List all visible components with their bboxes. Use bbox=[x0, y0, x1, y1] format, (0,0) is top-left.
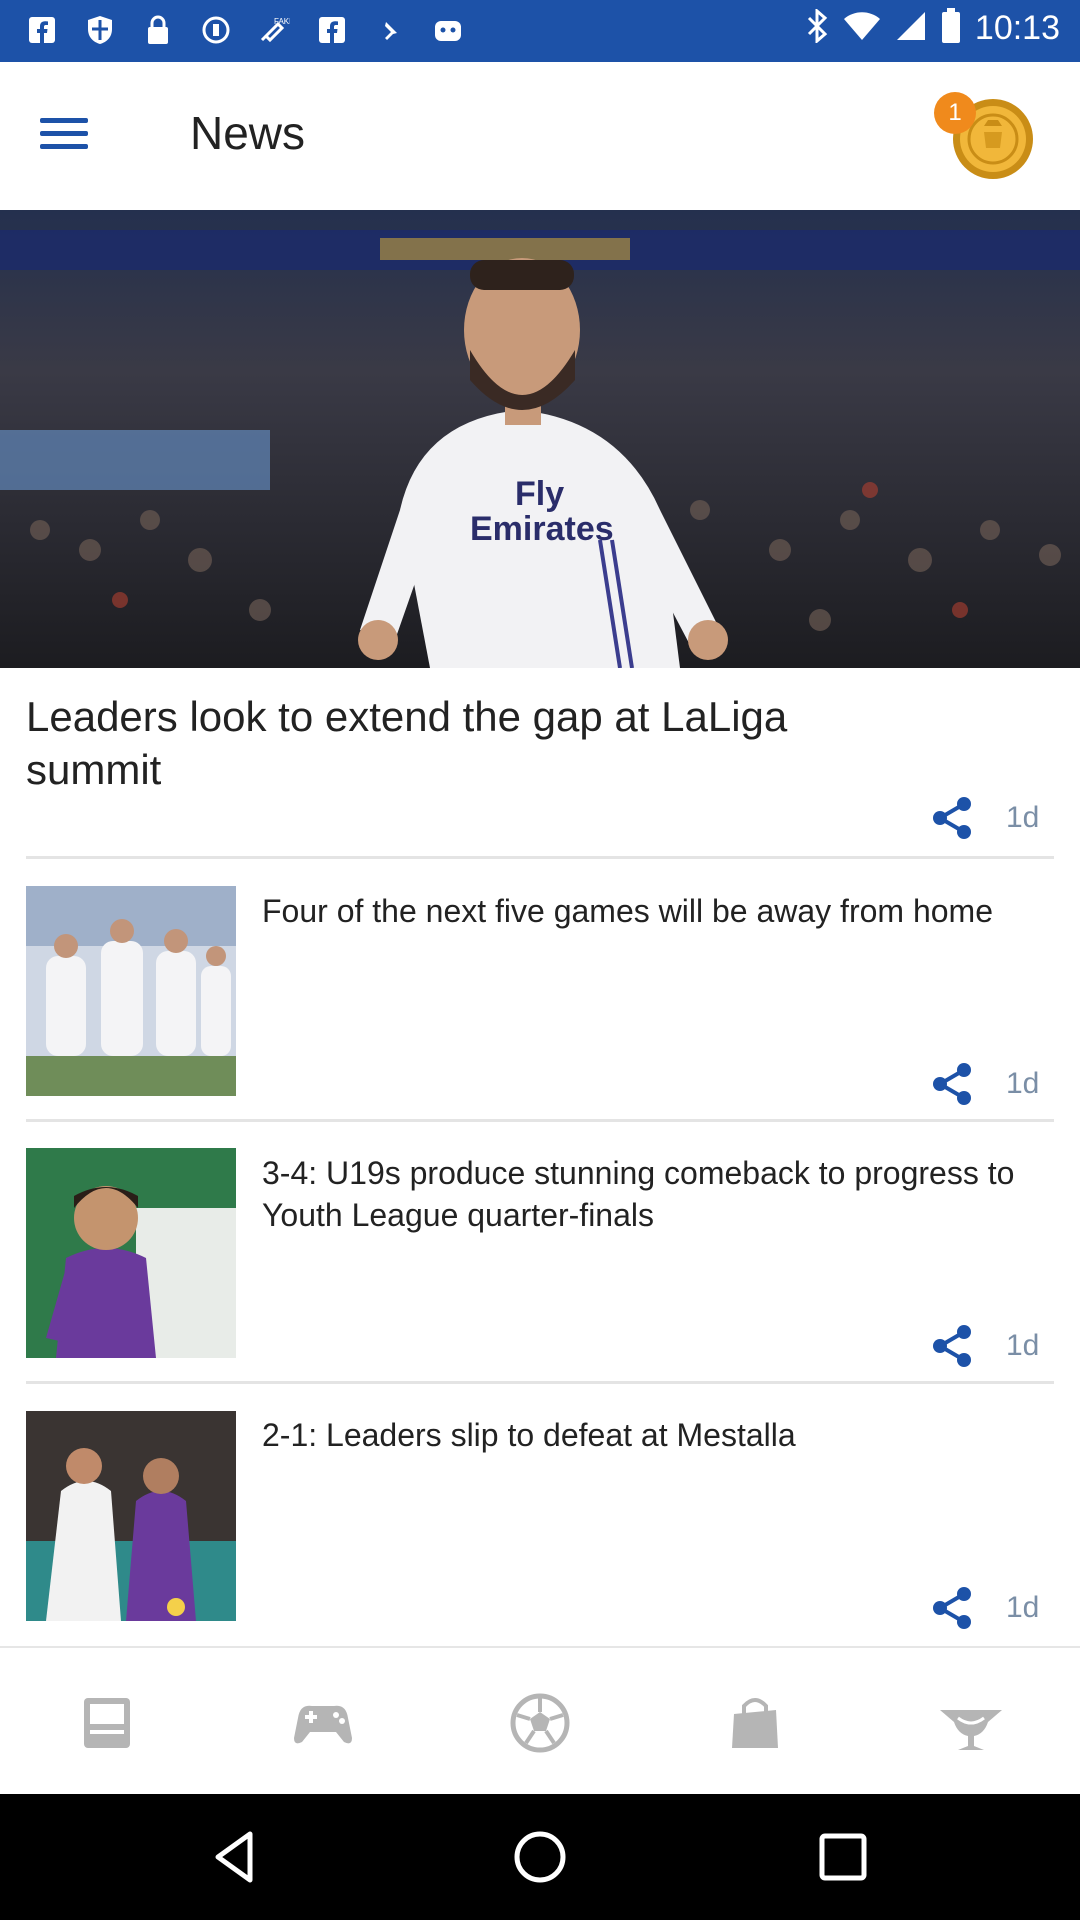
recents-icon[interactable] bbox=[808, 1822, 878, 1892]
article-age: 1d bbox=[1006, 1329, 1040, 1362]
svg-text:FAKE: FAKE bbox=[274, 17, 290, 26]
clock: 10:13 bbox=[974, 9, 1060, 47]
football-icon[interactable] bbox=[505, 1688, 575, 1758]
share-icon[interactable] bbox=[928, 1060, 976, 1108]
divider bbox=[26, 1119, 1054, 1122]
menu-icon[interactable] bbox=[40, 110, 104, 162]
article-meta: 1d bbox=[928, 1584, 1039, 1632]
article-title[interactable]: 2-1: Leaders slip to defeat at Mestalla bbox=[262, 1414, 1022, 1456]
bottom-navigation bbox=[0, 1646, 1080, 1796]
home-icon[interactable] bbox=[505, 1822, 575, 1892]
hero-meta: 1d bbox=[928, 794, 1039, 842]
share-icon[interactable] bbox=[928, 794, 976, 842]
divider bbox=[26, 1381, 1054, 1384]
svg-text:Emirates: Emirates bbox=[470, 510, 614, 548]
status-bar: FAKE 10:13 bbox=[0, 0, 1080, 62]
hero-article-title[interactable]: Leaders look to extend the gap at LaLiga… bbox=[26, 690, 926, 796]
article-title[interactable]: Four of the next five games will be away… bbox=[262, 890, 1022, 932]
news-icon[interactable] bbox=[72, 1688, 142, 1758]
facebook-icon bbox=[22, 10, 62, 50]
trophy-icon[interactable] bbox=[936, 1688, 1006, 1758]
lock-icon bbox=[138, 10, 178, 50]
article-title[interactable]: 3-4: U19s produce stunning comeback to p… bbox=[262, 1152, 1022, 1236]
share-icon[interactable] bbox=[928, 1322, 976, 1370]
facebook-icon bbox=[312, 10, 352, 50]
system-navigation-bar bbox=[0, 1794, 1080, 1920]
divider bbox=[26, 856, 1054, 859]
svg-text:Fly: Fly bbox=[515, 475, 564, 513]
data-saver-icon bbox=[196, 10, 236, 50]
shield-icon bbox=[80, 10, 120, 50]
signal-icon bbox=[895, 10, 927, 47]
article-thumbnail[interactable] bbox=[26, 886, 236, 1096]
article-age: 1d bbox=[1006, 1067, 1040, 1100]
article-age: 1d bbox=[1006, 801, 1040, 834]
article-meta: 1d bbox=[928, 1060, 1039, 1108]
back-icon[interactable] bbox=[202, 1822, 272, 1892]
hero-image[interactable]: Fly Emirates bbox=[0, 210, 1080, 668]
share-icon[interactable] bbox=[928, 1584, 976, 1632]
article-meta: 1d bbox=[928, 1322, 1039, 1370]
page-title: News bbox=[190, 107, 306, 159]
battery-icon bbox=[941, 8, 961, 49]
article-thumbnail[interactable] bbox=[26, 1411, 236, 1621]
fake-gps-icon: FAKE bbox=[254, 10, 294, 50]
gamepad-icon[interactable] bbox=[288, 1688, 358, 1758]
article-age: 1d bbox=[1006, 1591, 1040, 1624]
app-bar: News 1 bbox=[0, 62, 1080, 211]
shopping-bag-icon[interactable] bbox=[720, 1688, 790, 1758]
bluetooth-icon bbox=[805, 7, 829, 48]
notification-badge: 1 bbox=[934, 92, 976, 134]
wifi-icon bbox=[843, 10, 881, 47]
pin-icon bbox=[370, 10, 410, 50]
article-thumbnail[interactable] bbox=[26, 1148, 236, 1358]
app-icon bbox=[428, 10, 468, 50]
